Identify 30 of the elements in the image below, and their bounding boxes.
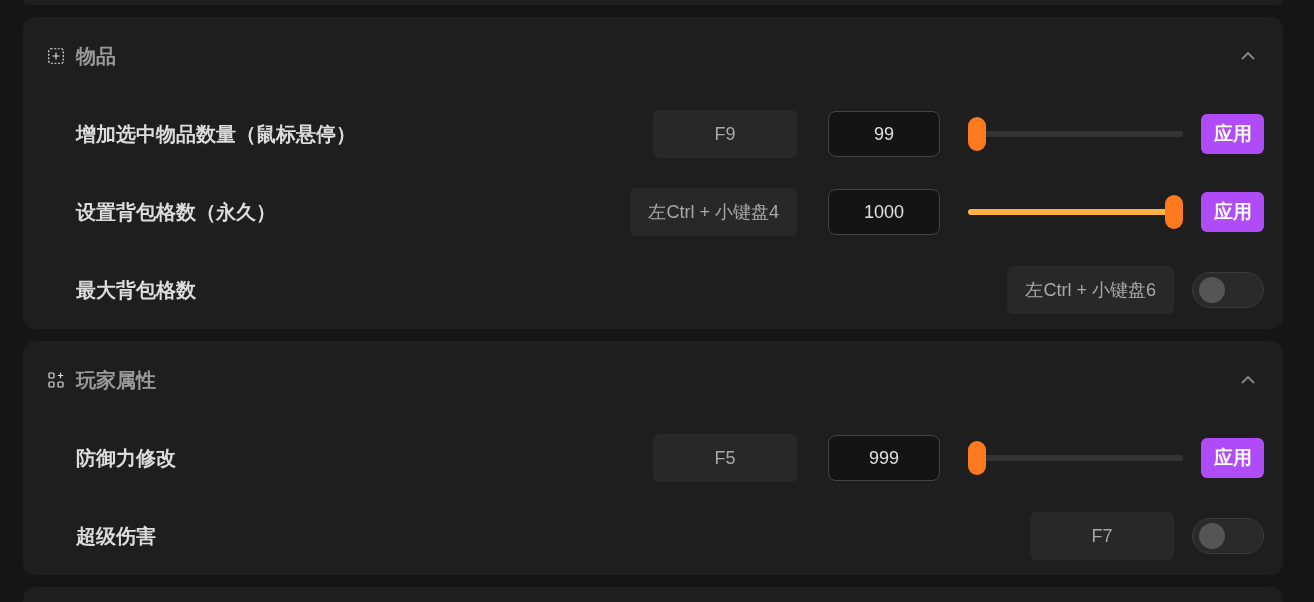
- setting-label: 增加选中物品数量（鼠标悬停）: [76, 122, 357, 147]
- setting-label: 设置背包格数（永久）: [76, 200, 277, 225]
- collapse-caret-icon[interactable]: [1241, 52, 1255, 60]
- value-input[interactable]: 999: [828, 435, 940, 481]
- toggle-switch[interactable]: [1192, 518, 1264, 554]
- value-input[interactable]: 99: [828, 111, 940, 157]
- toggle-switch[interactable]: [1192, 272, 1264, 308]
- setting-label: 最大背包格数: [76, 278, 197, 303]
- slider-thumb[interactable]: [968, 441, 986, 475]
- hotkey-chip[interactable]: 左Ctrl + 小键盘6: [1007, 266, 1174, 314]
- apply-button[interactable]: 应用: [1201, 192, 1264, 232]
- apply-button[interactable]: 应用: [1201, 438, 1264, 478]
- slider-thumb[interactable]: [968, 117, 986, 151]
- hotkey-chip[interactable]: F7: [1030, 512, 1174, 560]
- slider-track[interactable]: [968, 441, 1183, 475]
- setting-label: 超级伤害: [76, 524, 157, 549]
- section-title: 物品: [76, 44, 117, 69]
- hotkey-chip[interactable]: F5: [653, 434, 797, 482]
- hotkey-chip[interactable]: 左Ctrl + 小键盘4: [630, 188, 797, 236]
- slider-track[interactable]: [968, 195, 1183, 229]
- value-input[interactable]: 1000: [828, 189, 940, 235]
- section-title: 玩家属性: [76, 368, 157, 393]
- slider-thumb[interactable]: [1165, 195, 1183, 229]
- setting-label: 防御力修改: [76, 446, 177, 471]
- collapse-caret-icon[interactable]: [1241, 376, 1255, 384]
- apps-add-icon: [48, 372, 64, 388]
- apply-button[interactable]: 应用: [1201, 114, 1264, 154]
- add-box-icon: [48, 48, 64, 64]
- hotkey-chip[interactable]: F9: [653, 110, 797, 158]
- slider-track[interactable]: [968, 117, 1183, 151]
